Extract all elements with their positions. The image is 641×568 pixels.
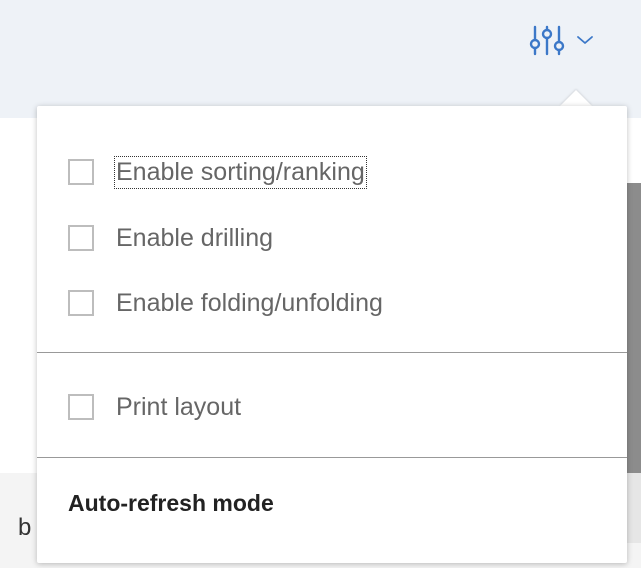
option-enable-sorting[interactable]: Enable sorting/ranking	[68, 154, 367, 190]
option-label: Enable drilling	[116, 223, 274, 252]
settings-menu-button[interactable]	[528, 18, 612, 62]
auto-refresh-mode-item[interactable]: Auto-refresh mode	[68, 490, 274, 517]
option-label: Enable folding/unfolding	[116, 288, 383, 317]
header-bar	[0, 0, 641, 118]
app-view: b Enable sorting/ranking Enable drilling…	[0, 0, 641, 568]
dropdown-caret	[560, 90, 592, 106]
sorting-checkbox[interactable]	[68, 159, 94, 185]
print-layout-checkbox[interactable]	[68, 394, 94, 420]
option-enable-folding[interactable]: Enable folding/unfolding	[68, 285, 383, 321]
option-label: Print layout	[116, 392, 242, 421]
folding-checkbox[interactable]	[68, 290, 94, 316]
settings-dropdown: Enable sorting/ranking Enable drilling E…	[37, 106, 627, 563]
menu-divider	[37, 457, 627, 458]
menu-divider	[37, 352, 627, 353]
chevron-down-icon	[576, 34, 594, 46]
background-scrollbar	[627, 183, 641, 473]
option-label: Enable sorting/ranking	[114, 155, 367, 189]
background-panel-edge	[627, 473, 641, 543]
option-print-layout[interactable]: Print layout	[68, 389, 241, 425]
background-text: b	[18, 514, 32, 541]
sliders-icon	[528, 22, 566, 58]
drilling-checkbox[interactable]	[68, 225, 94, 251]
option-enable-drilling[interactable]: Enable drilling	[68, 220, 273, 256]
